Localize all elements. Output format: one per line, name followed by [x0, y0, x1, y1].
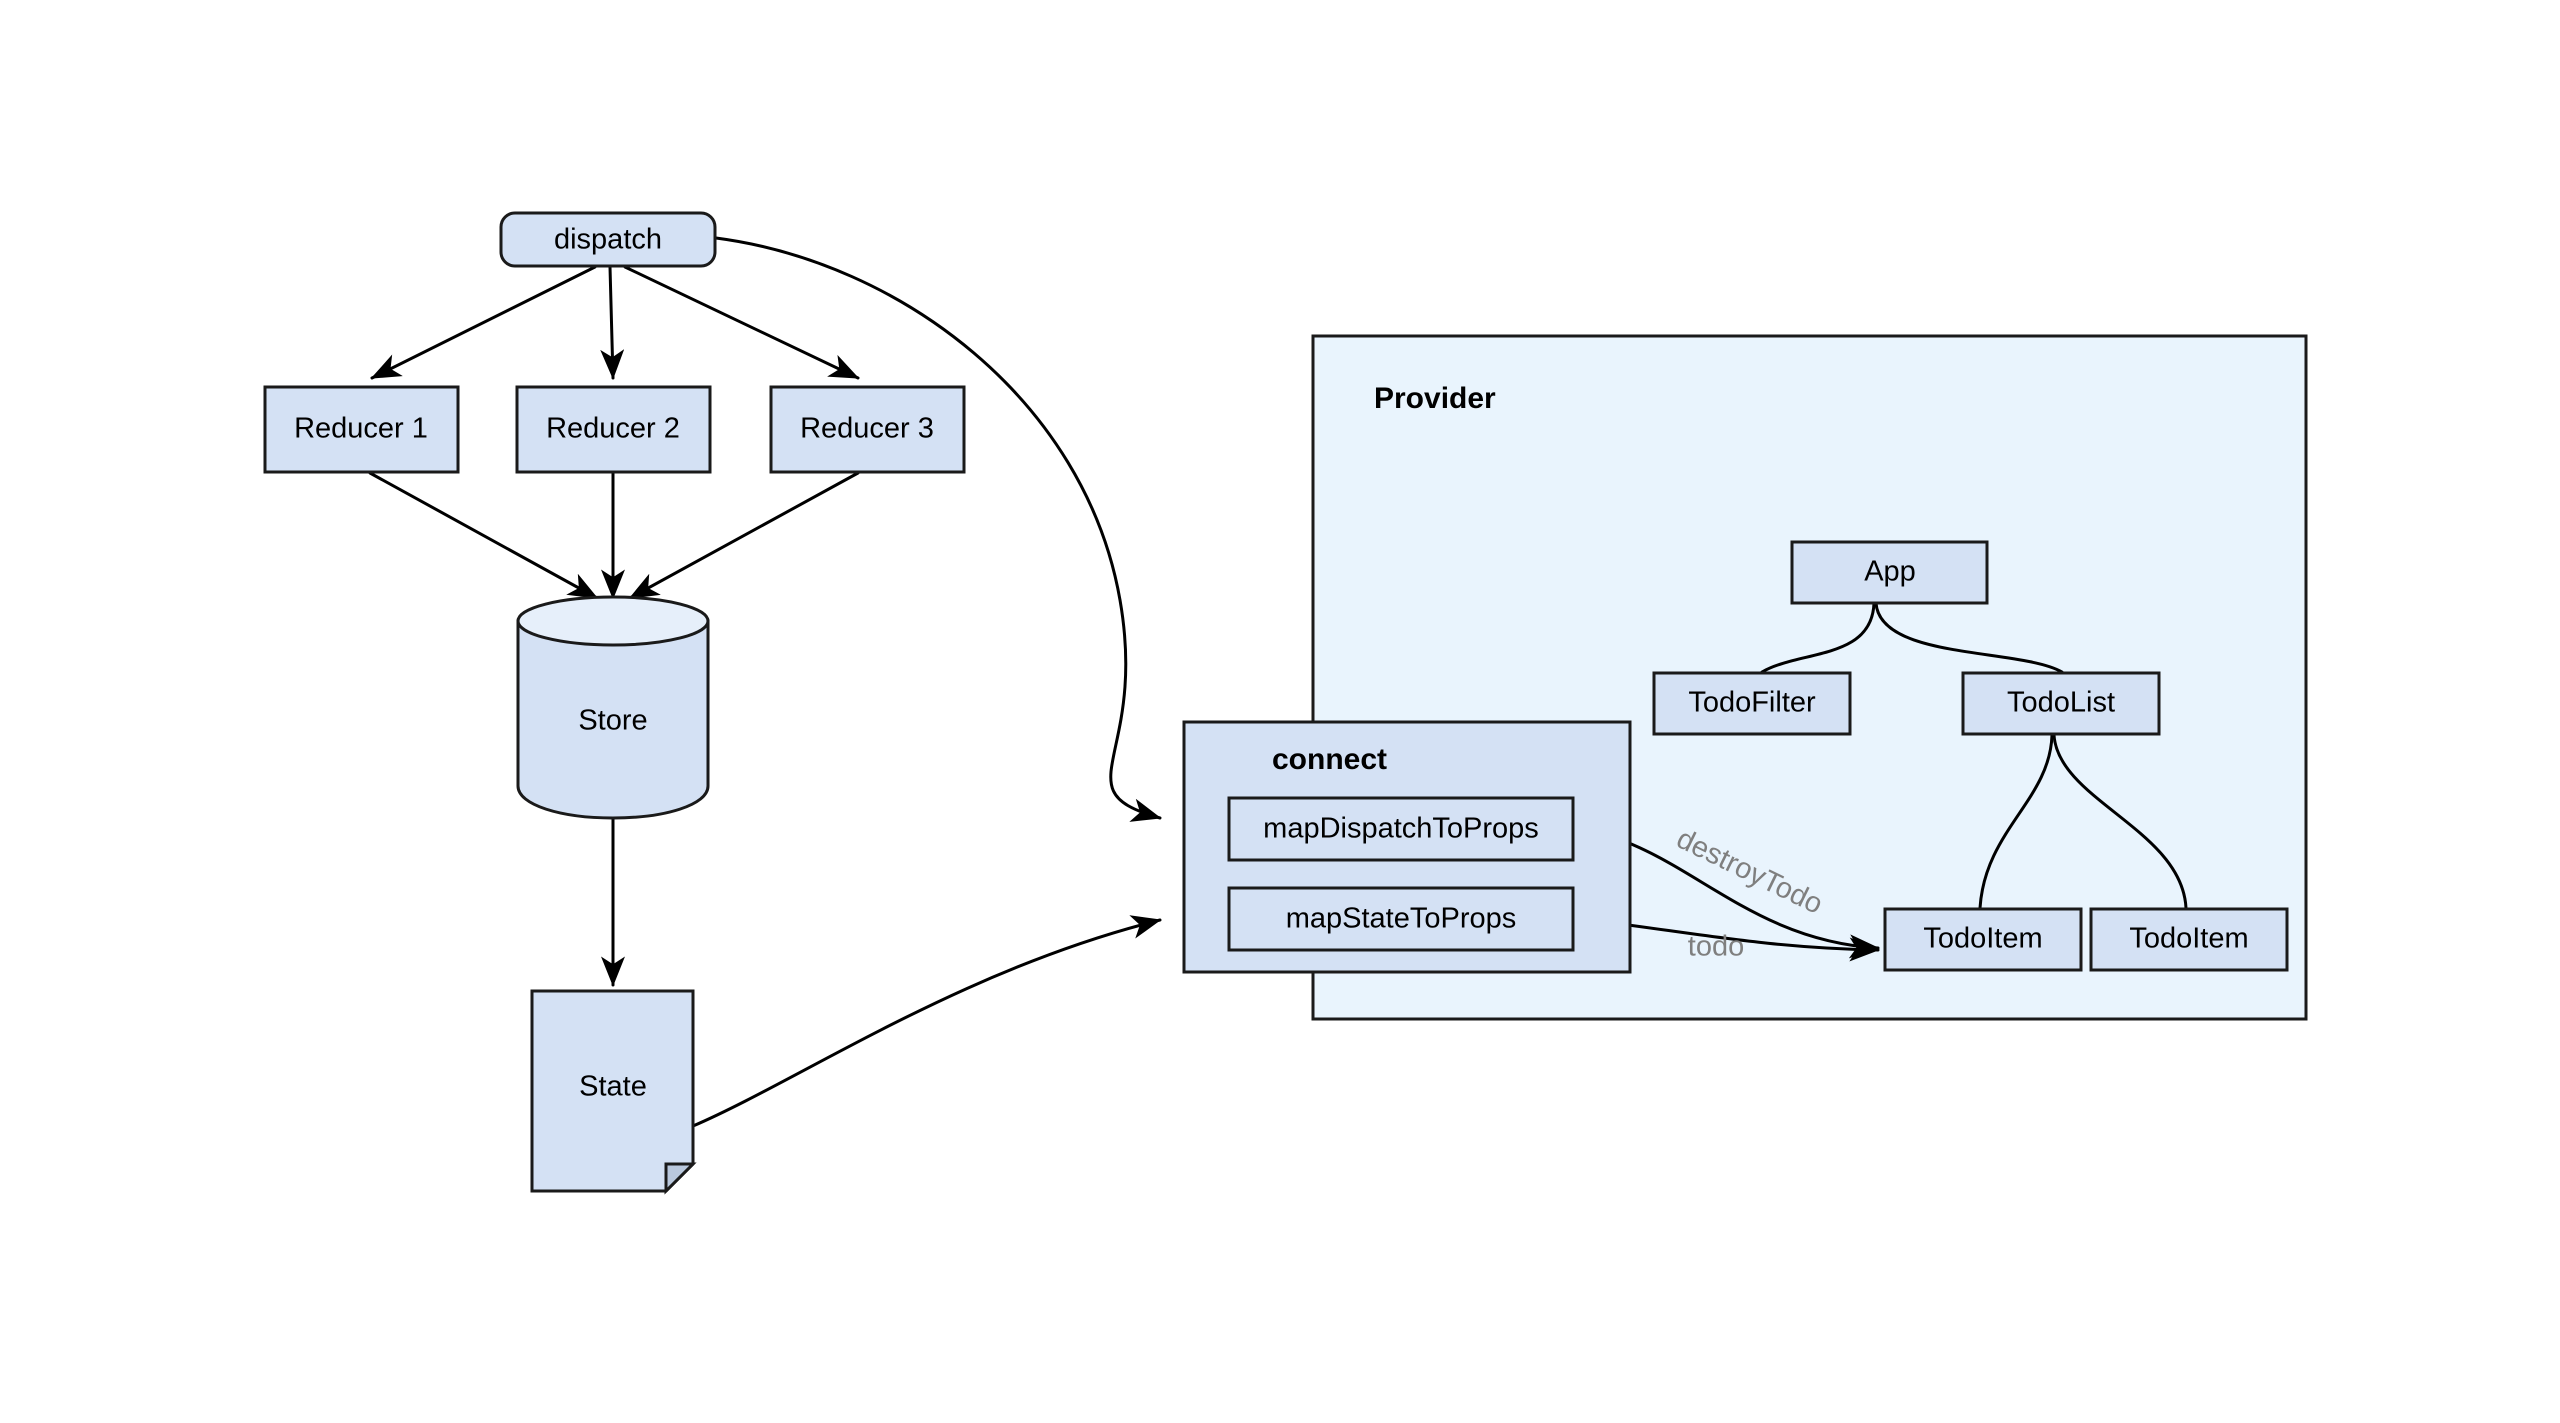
node-todo-list[interactable]: TodoList [1961, 671, 2161, 736]
state-label: State [579, 1071, 647, 1103]
node-dispatch[interactable]: dispatch [499, 211, 717, 268]
node-store[interactable]: Store [516, 595, 710, 820]
todo-item-1-label: TodoItem [1923, 923, 2042, 955]
app-label: App [1864, 556, 1916, 588]
map-dispatch-to-props-label: mapDispatchToProps [1263, 813, 1539, 845]
edge-dispatch-reducer2 [600, 265, 625, 380]
node-todo-filter[interactable]: TodoFilter [1652, 671, 1852, 736]
reducer-2-label: Reducer 2 [546, 413, 680, 445]
edge-dispatch-mapdispatchtoprops [714, 236, 1162, 822]
node-map-dispatch-to-props[interactable]: mapDispatchToProps [1227, 796, 1575, 862]
node-reducer-3[interactable]: Reducer 3 [769, 385, 966, 474]
node-todo-item-2[interactable]: TodoItem [2089, 907, 2289, 972]
state-note-fold [664, 1162, 697, 1195]
connect-label: connect [1272, 743, 1387, 776]
edge-reducer1-store [368, 471, 599, 600]
todo-item-2-label: TodoItem [2129, 923, 2248, 955]
edge-label-todo: todo [1688, 931, 1744, 963]
diagram-canvas: Provider dispatch Reducer 1 Reducer 2 Re… [263, 211, 2308, 1195]
reducer-1-label: Reducer 1 [294, 413, 428, 445]
reducer-3-label: Reducer 3 [800, 413, 934, 445]
node-app[interactable]: App [1790, 540, 1989, 605]
todo-list-label: TodoList [2007, 687, 2115, 719]
provider-label: Provider [1374, 382, 1496, 415]
edge-state-mapstatetoprops [691, 915, 1162, 1128]
edge-dispatch-reducer1 [370, 265, 597, 380]
dispatch-label: dispatch [554, 224, 662, 256]
todo-label: todo [1688, 931, 1744, 963]
node-reducer-2[interactable]: Reducer 2 [515, 385, 712, 474]
node-state[interactable]: State [530, 989, 697, 1195]
node-reducer-1[interactable]: Reducer 1 [263, 385, 460, 474]
node-map-state-to-props[interactable]: mapStateToProps [1227, 886, 1575, 952]
map-state-to-props-label: mapStateToProps [1286, 903, 1517, 935]
todo-filter-label: TodoFilter [1688, 687, 1816, 719]
node-todo-item-1[interactable]: TodoItem [1883, 907, 2083, 972]
store-cylinder-top [516, 595, 710, 647]
store-label: Store [578, 705, 647, 737]
diagram-root: Provider dispatch Reducer 1 Reducer 2 Re… [0, 0, 2560, 1423]
edge-reducer3-store [628, 471, 860, 600]
edge-dispatch-reducer3 [623, 265, 860, 380]
